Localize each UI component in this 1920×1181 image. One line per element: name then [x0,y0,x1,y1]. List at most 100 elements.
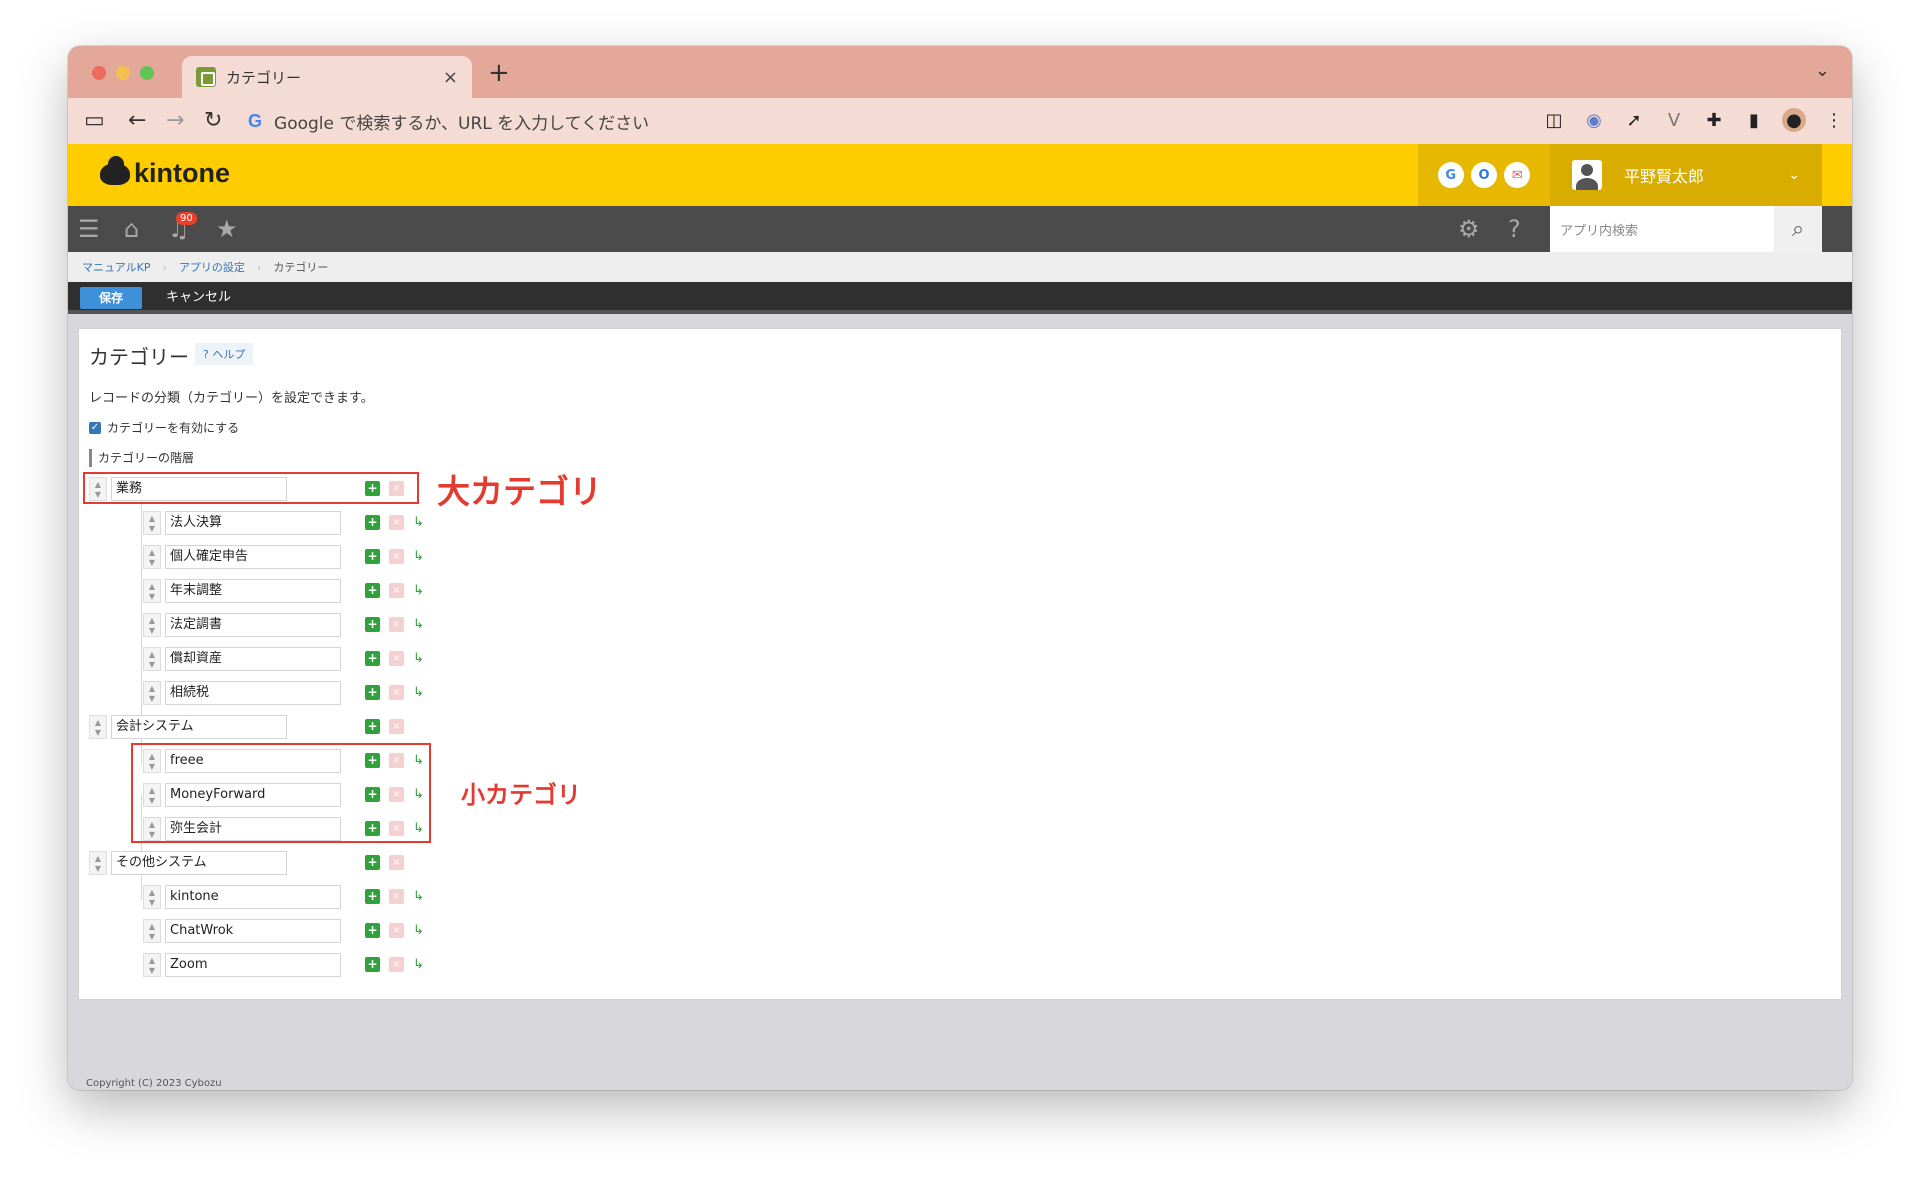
forward-icon[interactable]: → [166,108,184,134]
delete-category-icon[interactable]: × [389,549,404,564]
enable-categories-row[interactable]: ✓ カテゴリーを有効にする [89,419,239,436]
reading-mode-icon[interactable]: ◫ [1542,108,1566,132]
minimize-window-button[interactable] [116,66,130,80]
drag-handle-icon[interactable]: ▲ ▼ [143,885,161,909]
search-icon[interactable]: ⌕ [1774,206,1822,252]
sidebar-toggle-icon[interactable]: ▭ [84,108,105,134]
category-input[interactable]: 法定調書 [165,613,341,637]
drag-handle-icon[interactable]: ▲ ▼ [89,851,107,875]
breadcrumb-app[interactable]: マニュアルKP [82,259,151,275]
vivaldi-icon[interactable]: V [1662,108,1686,132]
kintone-header: kintone G O ✉ 平野賢太郎 ⌄ [68,144,1852,206]
category-input[interactable]: その他システム [111,851,287,875]
drag-handle-icon[interactable]: ▲ ▼ [89,715,107,739]
browser-window: カテゴリー × + ⌄ ▭ ← → ↻ G Google で検索するか、URL … [68,46,1852,1090]
drag-handle-icon[interactable]: ▲ ▼ [143,613,161,637]
send-icon[interactable]: ➚ [1622,108,1646,132]
google-app-icon[interactable]: G [1437,162,1464,188]
add-subcategory-icon[interactable]: ↳ [411,651,426,666]
add-subcategory-icon[interactable]: ↳ [411,583,426,598]
page-description: レコードの分類（カテゴリー）を設定できます。 [89,391,374,406]
category-row-child: ▲ ▼ Zoom + × ↳ [143,952,443,978]
address-bar[interactable]: G Google で検索するか、URL を入力してください [248,104,1568,138]
drag-handle-icon[interactable]: ▲ ▼ [143,953,161,977]
app-search-input[interactable]: アプリ内検索 [1550,206,1774,252]
category-row-child: ▲ ▼ 償却資産 + × ↳ [143,646,443,672]
menu-icon[interactable]: ☰ [78,216,100,242]
delete-category-icon[interactable]: × [389,855,404,870]
delete-category-icon[interactable]: × [389,651,404,666]
save-button[interactable]: 保存 [80,287,142,309]
add-category-icon[interactable]: + [365,549,380,564]
cancel-button[interactable]: キャンセル [166,287,231,309]
user-menu[interactable]: 平野賢太郎 ⌄ [1550,144,1822,206]
add-category-icon[interactable]: + [365,515,380,530]
profile-avatar-icon[interactable]: ● [1782,108,1806,132]
category-input[interactable]: 償却資産 [165,647,341,671]
breadcrumb: マニュアルKP › アプリの設定 › カテゴリー [68,252,1852,282]
breadcrumb-current: カテゴリー [273,261,329,274]
add-subcategory-icon[interactable]: ↳ [411,685,426,700]
drag-handle-icon[interactable]: ▲ ▼ [143,647,161,671]
home-icon[interactable]: ⌂ [124,216,139,242]
add-category-icon[interactable]: + [365,719,380,734]
delete-category-icon[interactable]: × [389,515,404,530]
add-subcategory-icon[interactable]: ↳ [411,617,426,632]
delete-category-icon[interactable]: × [389,583,404,598]
maximize-window-button[interactable] [140,66,154,80]
add-category-icon[interactable]: + [365,617,380,632]
delete-category-icon[interactable]: × [389,617,404,632]
add-subcategory-icon[interactable]: ↳ [411,923,426,938]
gear-icon[interactable]: ⚙ [1458,216,1480,242]
enable-categories-checkbox[interactable]: ✓ [89,421,101,434]
delete-category-icon[interactable]: × [389,685,404,700]
category-input[interactable]: 会計システム [111,715,287,739]
help-link[interactable]: ? ヘルプ [195,343,254,365]
add-subcategory-icon[interactable]: ↳ [411,515,426,530]
puzzle-extensions-icon[interactable]: ✚ [1702,108,1726,132]
add-subcategory-icon[interactable]: ↳ [411,889,426,904]
new-tab-button[interactable]: + [488,58,510,88]
outlook-app-icon[interactable]: O [1470,162,1497,188]
add-category-icon[interactable]: + [365,685,380,700]
category-input[interactable]: 個人確定申告 [165,545,341,569]
add-subcategory-icon[interactable]: ↳ [411,957,426,972]
mail-app-icon[interactable]: ✉ [1504,162,1531,188]
add-category-icon[interactable]: + [365,923,380,938]
star-icon[interactable]: ★ [216,216,238,242]
drag-handle-icon[interactable]: ▲ ▼ [143,579,161,603]
delete-category-icon[interactable]: × [389,957,404,972]
drag-handle-icon[interactable]: ▲ ▼ [143,545,161,569]
extension-color-icon[interactable]: ◉ [1582,108,1606,132]
category-input[interactable]: 年末調整 [165,579,341,603]
add-category-icon[interactable]: + [365,855,380,870]
browser-menu-icon[interactable]: ⋮ [1822,108,1846,132]
kintone-logo[interactable]: kintone [100,155,230,189]
side-panel-icon[interactable]: ▮ [1742,108,1766,132]
user-avatar-icon [1572,160,1602,190]
add-category-icon[interactable]: + [365,583,380,598]
add-category-icon[interactable]: + [365,651,380,666]
add-category-icon[interactable]: + [365,889,380,904]
back-icon[interactable]: ← [128,108,146,134]
category-input[interactable]: Zoom [165,953,341,977]
delete-category-icon[interactable]: × [389,923,404,938]
delete-category-icon[interactable]: × [389,889,404,904]
drag-handle-icon[interactable]: ▲ ▼ [143,511,161,535]
category-input[interactable]: 法人決算 [165,511,341,535]
add-category-icon[interactable]: + [365,957,380,972]
browser-tab[interactable]: カテゴリー × [182,56,472,98]
drag-handle-icon[interactable]: ▲ ▼ [143,681,161,705]
delete-category-icon[interactable]: × [389,719,404,734]
drag-handle-icon[interactable]: ▲ ▼ [143,919,161,943]
help-icon[interactable]: ? [1508,216,1521,242]
close-window-button[interactable] [92,66,106,80]
category-input[interactable]: ChatWrok [165,919,341,943]
add-subcategory-icon[interactable]: ↳ [411,549,426,564]
tab-close-icon[interactable]: × [443,67,458,88]
category-input[interactable]: 相続税 [165,681,341,705]
category-input[interactable]: kintone [165,885,341,909]
tab-search-chevron-icon[interactable]: ⌄ [1815,60,1830,81]
breadcrumb-app-settings[interactable]: アプリの設定 [179,259,245,275]
reload-icon[interactable]: ↻ [204,108,222,134]
